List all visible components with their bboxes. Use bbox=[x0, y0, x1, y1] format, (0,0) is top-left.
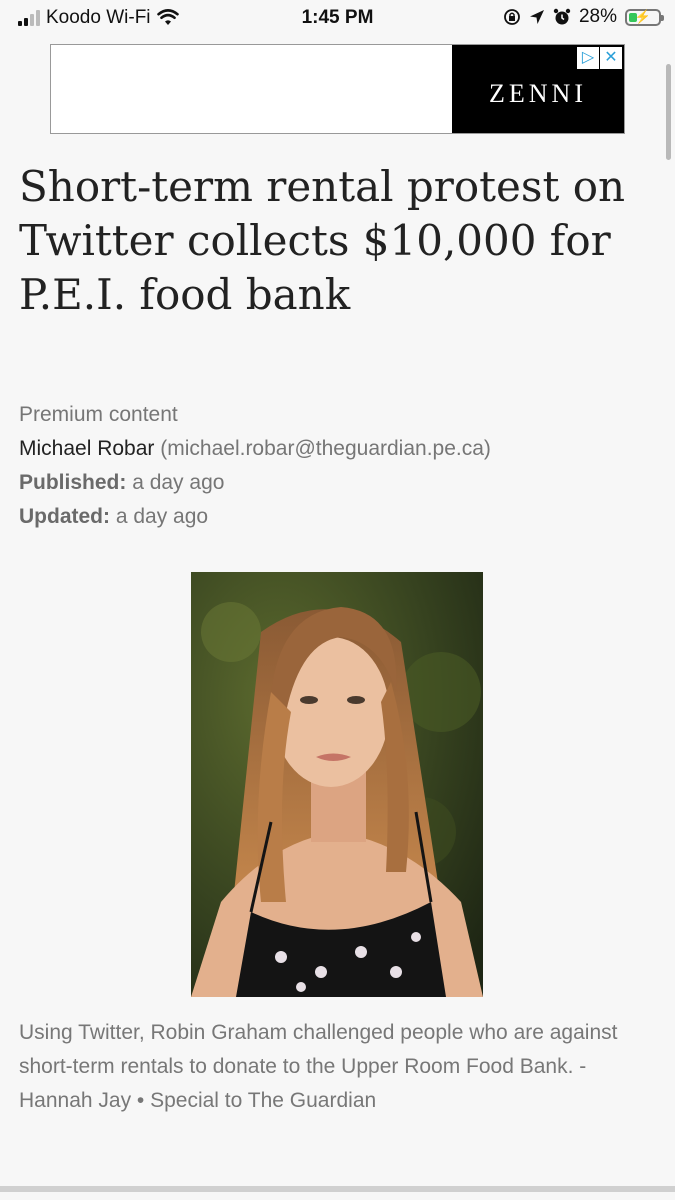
ad-choices-controls: ▷ ✕ bbox=[577, 47, 622, 69]
bottom-toolbar-edge bbox=[0, 1186, 675, 1192]
author-name[interactable]: Michael Robar bbox=[19, 437, 154, 460]
carrier-label: Koodo Wi-Fi bbox=[46, 7, 151, 28]
article-photo[interactable] bbox=[191, 572, 483, 997]
portrait-illustration bbox=[191, 572, 483, 997]
scrollbar[interactable] bbox=[666, 64, 671, 160]
signal-icon bbox=[18, 10, 40, 26]
location-icon bbox=[529, 10, 544, 24]
close-icon[interactable]: ✕ bbox=[600, 47, 622, 69]
status-bar: Koodo Wi-Fi 1:45 PM 28% ⚡ bbox=[0, 0, 675, 36]
alarm-icon bbox=[553, 8, 571, 25]
battery-icon: ⚡ bbox=[625, 8, 664, 26]
updated-line: Updated: a day ago bbox=[19, 500, 659, 534]
byline: Michael Robar (michael.robar@theguardian… bbox=[19, 432, 659, 466]
updated-label: Updated: bbox=[19, 505, 110, 528]
published-line: Published: a day ago bbox=[19, 466, 659, 500]
screen-lock-icon bbox=[504, 9, 520, 25]
ad-choices-icon[interactable]: ▷ bbox=[577, 47, 599, 69]
charging-bolt-icon: ⚡ bbox=[634, 8, 652, 24]
wifi-icon bbox=[156, 9, 179, 25]
photo-caption: Using Twitter, Robin Graham challenged p… bbox=[19, 1021, 618, 1112]
updated-value: a day ago bbox=[115, 505, 209, 528]
ad-banner[interactable]: ZENNI ▷ ✕ bbox=[50, 44, 625, 134]
article-meta: Premium content Michael Robar (michael.r… bbox=[19, 398, 659, 534]
battery-percent: 28% bbox=[578, 6, 617, 27]
premium-label: Premium content bbox=[19, 403, 178, 426]
status-right: 28% ⚡ bbox=[503, 6, 664, 28]
author-email[interactable]: (michael.robar@theguardian.pe.ca) bbox=[160, 437, 491, 460]
status-left: Koodo Wi-Fi bbox=[18, 7, 179, 29]
published-value: a day ago bbox=[132, 471, 225, 494]
article-headline: Short-term rental protest on Twitter col… bbox=[19, 162, 626, 319]
published-label: Published: bbox=[19, 471, 127, 494]
